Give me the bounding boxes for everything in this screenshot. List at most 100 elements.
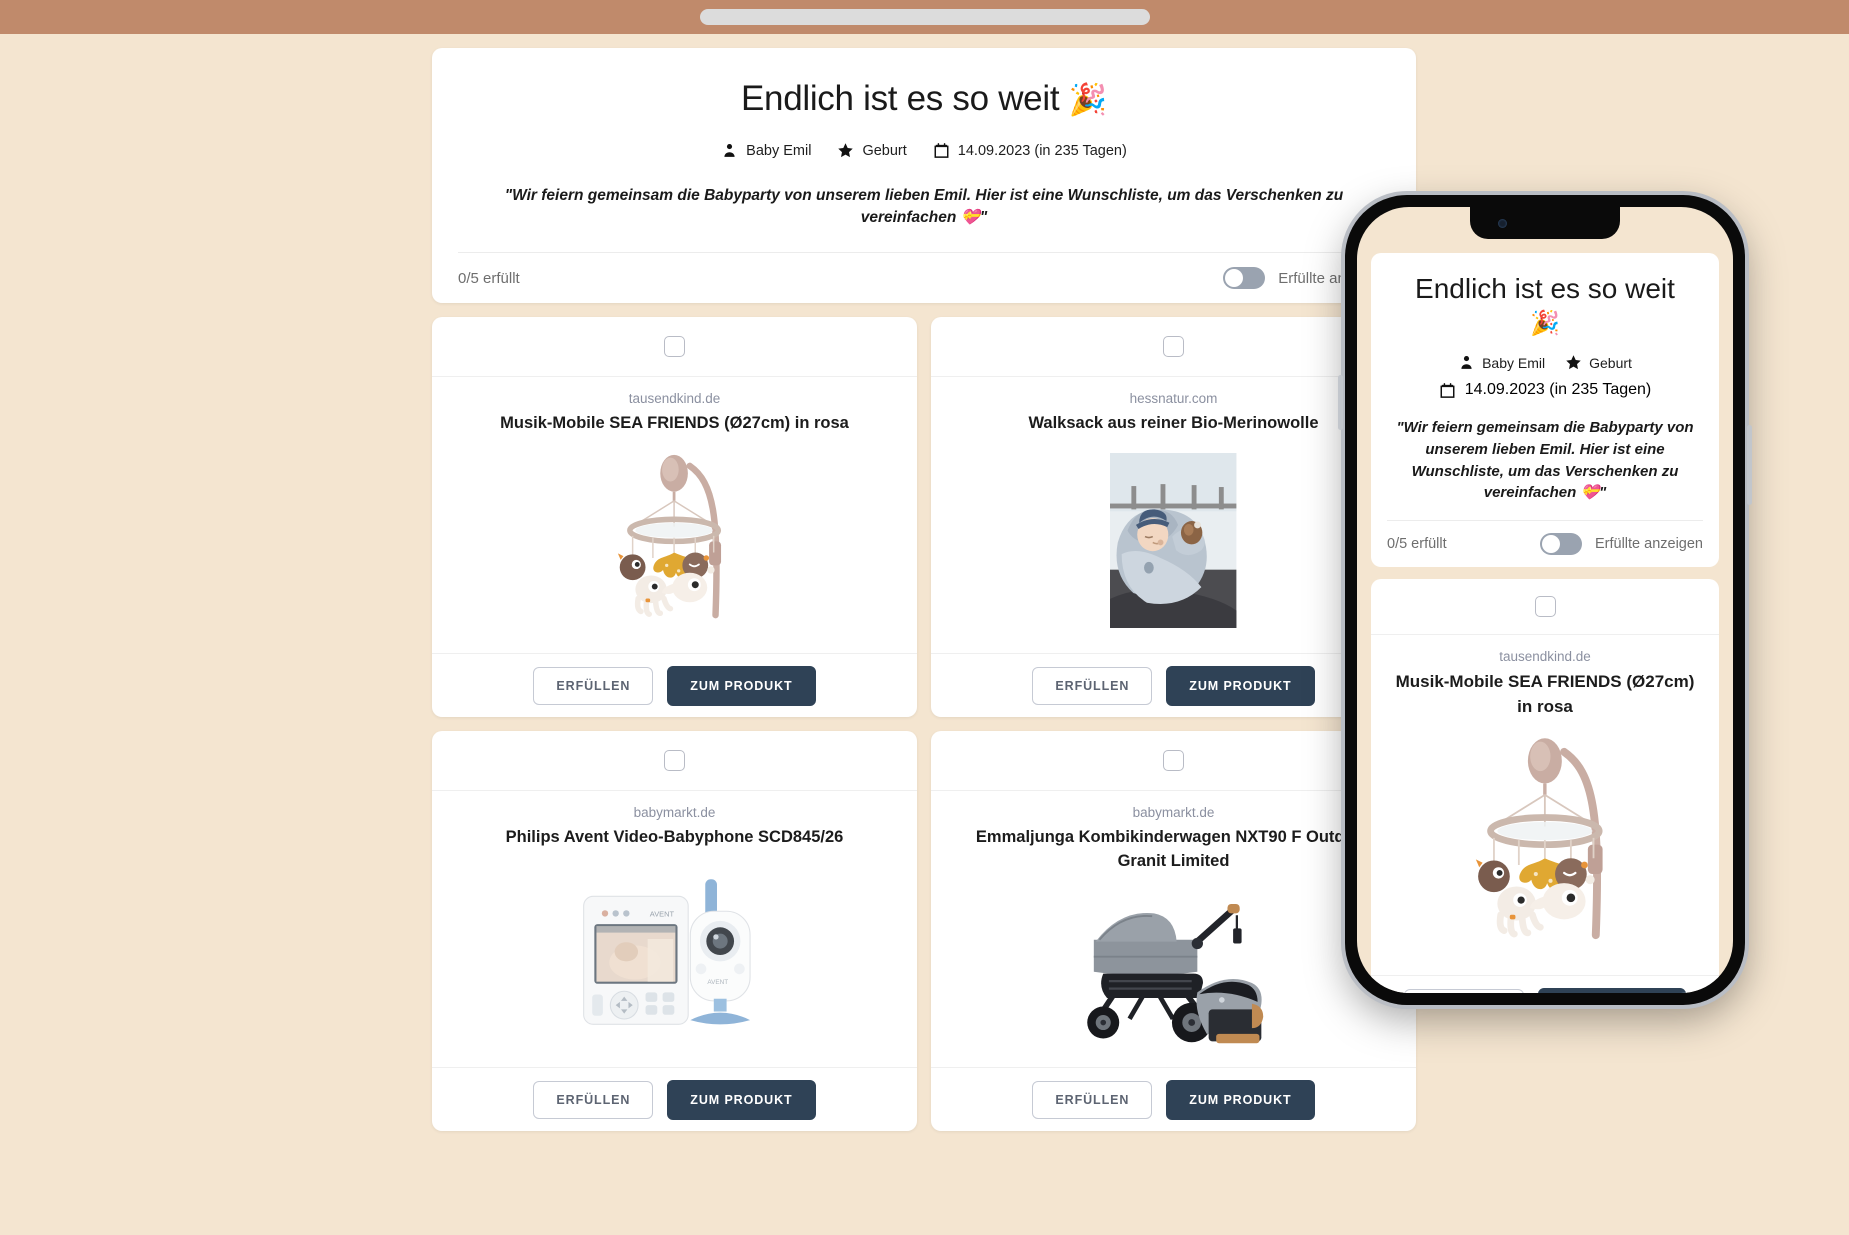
product-card-body: babymarkt.de Emmaljunga Kombikinderwagen… [931, 791, 1416, 1067]
phone-power-button[interactable] [1747, 425, 1752, 505]
event-meta-row: Baby Emil Geburt 14.09.2023 (in 235 Tage… [458, 142, 1390, 159]
to-product-button[interactable]: ZUM PRODUKT [667, 665, 816, 706]
toggle-knob [1225, 269, 1244, 288]
wishlist-container: Endlich ist es so weit 🎉 Baby Emil Gebur… [432, 48, 1416, 1132]
meta-item-recipient: Baby Emil [1458, 354, 1545, 371]
mobile-preview-screen: Endlich ist es so weit 🎉 Baby Emil Gebur… [1357, 207, 1733, 993]
meta-label-recipient: Baby Emil [746, 142, 812, 159]
product-image-wrap [1393, 719, 1697, 967]
kombikinderwagen-image [1086, 903, 1263, 1044]
product-select-checkbox[interactable] [1163, 750, 1184, 772]
product-shop: hessnatur.com [1129, 391, 1218, 407]
progress-label: 0/5 erfüllt [458, 269, 520, 287]
mobile-content: Endlich ist es so weit 🎉 Baby Emil Gebur… [1357, 207, 1733, 993]
product-name: Walksack aus reiner Bio-Merinowolle [1028, 414, 1319, 433]
musical-mobile-sea-friends-image [1475, 738, 1603, 939]
page-title-text: Endlich ist es so weit [740, 79, 1060, 118]
product-shop: tausendkind.de [1499, 649, 1591, 665]
musical-mobile-sea-friends-image [618, 455, 722, 619]
address-bar[interactable] [700, 9, 1150, 25]
person-icon [721, 142, 738, 159]
svg-text:AVENT: AVENT [650, 909, 675, 918]
to-product-button[interactable]: ZUM PRODUKT [1166, 665, 1315, 706]
meta-label-date: 14.09.2023 (in 235 Tagen) [957, 142, 1127, 159]
wishlist-quote: "Wir feiern gemeinsam die Babyparty von … [504, 187, 1344, 226]
fulfill-button[interactable]: ERFÜLLEN [533, 666, 654, 705]
product-select-checkbox[interactable] [664, 336, 685, 358]
product-select-checkbox[interactable] [664, 750, 685, 772]
mobile-show-fulfilled-toggle[interactable] [1539, 533, 1582, 556]
product-shop: babymarkt.de [633, 805, 716, 821]
svg-text:AVENT: AVENT [708, 979, 729, 986]
product-card-body: hessnatur.com Walksack aus reiner Bio-Me… [931, 377, 1416, 653]
progress-row: 0/5 erfüllt Erfüllte anzeigen [458, 252, 1390, 303]
meta-item-occasion: Geburt [1565, 354, 1632, 371]
to-product-button[interactable]: ZUM PRODUKT [667, 1079, 816, 1120]
product-card-body: tausendkind.de Musik-Mobile SEA FRIENDS … [432, 377, 917, 653]
product-select-checkbox[interactable] [1534, 596, 1556, 618]
phone-camera-icon [1498, 219, 1507, 228]
mobile-meta-row-1: Baby Emil Geburt [1387, 354, 1703, 371]
product-card-header [931, 731, 1416, 792]
mobile-meta-row-2: 14.09.2023 (in 235 Tagen) [1387, 381, 1703, 399]
phone-volume-button[interactable] [1338, 375, 1343, 430]
product-image-wrap [454, 436, 895, 645]
mobile-show-fulfilled-control[interactable]: Erfüllte anzeigen [1539, 533, 1703, 556]
product-card-header [432, 731, 917, 792]
meta-item-recipient: Baby Emil [721, 142, 811, 159]
product-name: Musik-Mobile SEA FRIENDS (Ø27cm) in rosa [500, 414, 849, 433]
meta-label-recipient: Baby Emil [1482, 354, 1546, 371]
star-icon [1565, 354, 1582, 371]
product-name: Emmaljunga Kombikinderwagen NXT90 F Outd… [975, 828, 1372, 871]
toggle-knob [1541, 535, 1560, 554]
browser-top-bar [0, 0, 1849, 34]
product-card-body: babymarkt.de Philips Avent Video-Babypho… [432, 791, 917, 1067]
mobile-show-fulfilled-label: Erfüllte anzeigen [1594, 536, 1703, 553]
product-name: Musik-Mobile SEA FRIENDS (Ø27cm) in rosa [1395, 672, 1695, 716]
wishlist-header-card: Endlich ist es so weit 🎉 Baby Emil Gebur… [432, 48, 1416, 304]
to-product-button[interactable]: ZUM PRODUKT [1537, 987, 1687, 993]
person-icon [1458, 354, 1475, 371]
product-select-checkbox[interactable] [1163, 336, 1184, 358]
calendar-icon [933, 142, 950, 159]
calendar-icon [1439, 382, 1456, 399]
fulfill-button[interactable]: ERFÜLLEN [1032, 1080, 1153, 1119]
product-card-header [432, 317, 917, 378]
product-card-actions: ERFÜLLEN ZUM PRODUKT [432, 653, 917, 717]
product-card-actions: ERFÜLLEN ZUM PRODUKT [931, 653, 1416, 717]
product-card[interactable]: hessnatur.com Walksack aus reiner Bio-Me… [931, 317, 1416, 718]
product-shop: tausendkind.de [628, 391, 721, 407]
mobile-product-card[interactable]: tausendkind.de Musik-Mobile SEA FRIENDS … [1371, 579, 1719, 993]
video-babyphone-image: AVENT AVENT [583, 879, 751, 1025]
fulfill-button[interactable]: ERFÜLLEN [1403, 988, 1524, 993]
meta-label-date: 14.09.2023 (in 235 Tagen) [1464, 381, 1652, 399]
fulfill-button[interactable]: ERFÜLLEN [1032, 666, 1153, 705]
mobile-wishlist-quote: "Wir feiern gemeinsam die Babyparty von … [1396, 419, 1694, 502]
meta-item-date: 14.09.2023 (in 235 Tagen) [933, 142, 1127, 159]
mobile-progress-label: 0/5 erfüllt [1387, 536, 1447, 553]
product-card-header [1371, 579, 1719, 636]
meta-item-occasion: Geburt [837, 142, 907, 159]
product-image-wrap [953, 436, 1394, 645]
star-icon [837, 142, 854, 159]
product-grid: tausendkind.de Musik-Mobile SEA FRIENDS … [432, 317, 1416, 1132]
product-card-body: tausendkind.de Musik-Mobile SEA FRIENDS … [1371, 635, 1719, 975]
baby-walksack-merino-image [1110, 453, 1237, 629]
mobile-preview-device: Endlich ist es so weit 🎉 Baby Emil Gebur… [1338, 195, 1752, 1005]
product-card[interactable]: babymarkt.de Philips Avent Video-Babypho… [432, 731, 917, 1132]
to-product-button[interactable]: ZUM PRODUKT [1166, 1079, 1315, 1120]
product-card-header [931, 317, 1416, 378]
mobile-progress-row: 0/5 erfüllt Erfüllte anzeigen [1387, 520, 1703, 567]
product-name: Philips Avent Video-Babyphone SCD845/26 [505, 828, 844, 847]
product-image-wrap [953, 874, 1394, 1059]
meta-label-occasion: Geburt [862, 142, 907, 159]
phone-notch [1470, 207, 1620, 239]
product-card[interactable]: babymarkt.de Emmaljunga Kombikinderwagen… [931, 731, 1416, 1132]
fulfill-button[interactable]: ERFÜLLEN [533, 1080, 654, 1119]
show-fulfilled-toggle[interactable] [1223, 267, 1266, 290]
product-card-actions: ERFÜLLEN ZUM PRODUKT [432, 1067, 917, 1131]
product-card[interactable]: tausendkind.de Musik-Mobile SEA FRIENDS … [432, 317, 917, 718]
party-popper-icon: 🎉 [1068, 82, 1108, 117]
product-card-actions: ERFÜLLEN ZUM PRODUKT [1371, 975, 1719, 993]
mobile-page-title: Endlich ist es so weit [1415, 273, 1675, 304]
